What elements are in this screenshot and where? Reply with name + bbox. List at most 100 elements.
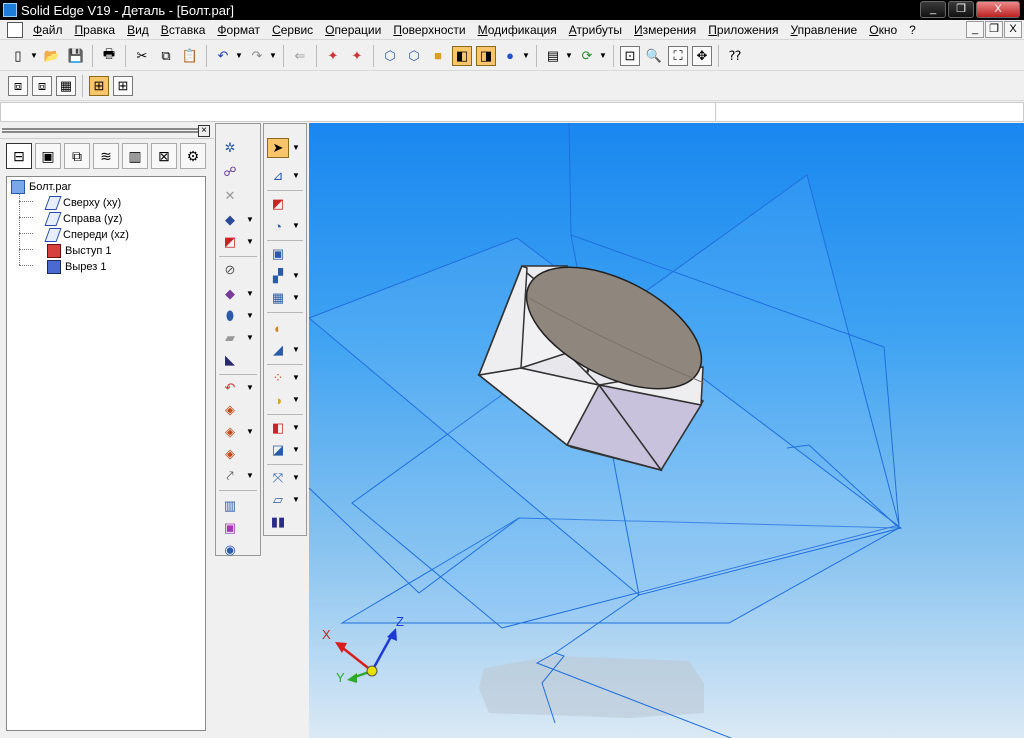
coord-icon[interactable]: ▦ [267,288,289,308]
tab-features-icon[interactable]: ▣ [35,143,61,169]
select-filter-icon[interactable]: ⊞ [89,76,109,96]
new-dropdown-icon[interactable]: ▼ [30,51,38,60]
split-icon[interactable]: ◧ [267,418,289,438]
coord-dropdown-icon[interactable]: ▼ [292,293,300,302]
curve-icon[interactable]: ☍ [219,162,241,182]
plane-tool-icon[interactable]: ▣ [267,244,289,264]
sphere-icon[interactable]: ● [500,46,520,66]
round-icon[interactable]: ◆ [219,284,241,304]
pan-icon[interactable]: ✥ [692,45,712,66]
menu-edit[interactable]: Правка [69,21,122,39]
save-icon[interactable]: 💾 [66,46,86,66]
revolve-dropdown-icon[interactable]: ▼ [292,221,300,230]
sketch-icon[interactable]: ⊿ [267,166,289,186]
rotate-icon[interactable]: ⟳ [577,46,597,66]
sweep-dropdown-icon[interactable]: ▼ [246,383,254,392]
menu-format[interactable]: Формат [211,21,266,39]
tab-engineer-icon[interactable]: ⊠ [151,143,177,169]
shell-icon[interactable]: ◐ [267,318,289,338]
sphere-dropdown-icon[interactable]: ▼ [522,51,530,60]
menu-insert[interactable]: Вставка [155,21,212,39]
tree-node-top-plane[interactable]: Сверху (xy) [44,195,121,211]
menu-modify[interactable]: Модификация [472,21,563,39]
face-dropdown-icon[interactable]: ▼ [292,345,300,354]
chamfer-dropdown-icon[interactable]: ▼ [246,311,254,320]
pattern-dropdown-icon[interactable]: ▼ [246,333,254,342]
tree-node-cutout[interactable]: Вырез 1 [47,259,106,275]
help-icon[interactable]: ⁇ [725,46,745,66]
zoom-icon[interactable]: 🔍 [644,46,664,66]
menu-file[interactable]: Файл [27,21,69,39]
draft-icon[interactable]: ⤤ [219,466,241,486]
shaded-icon[interactable]: ◧ [452,45,472,66]
round-dropdown-icon[interactable]: ▼ [246,289,254,298]
maximize-button[interactable]: ❐ [948,1,974,18]
yellow-cube-icon[interactable]: ■ [428,46,448,66]
sweep-icon[interactable]: ↶ [219,378,241,398]
helix-icon[interactable]: ◈ [219,422,241,442]
part-copy-dropdown-icon[interactable]: ▼ [292,395,300,404]
layer-dropdown-icon[interactable]: ▼ [565,51,573,60]
open-icon[interactable]: 📂 [42,46,62,66]
axis-dropdown-icon[interactable]: ▼ [292,271,300,280]
new-icon[interactable]: ▯ [8,46,28,66]
tab-pathfinder-icon[interactable]: ⊟ [6,143,32,169]
3d-viewport[interactable]: X Z Y [309,123,1024,738]
hole-icon[interactable]: ⊘ [219,260,241,280]
points-dropdown-icon[interactable]: ▼ [292,373,300,382]
cutout-dropdown-icon[interactable]: ▼ [246,237,254,246]
menu-window[interactable]: Окно [863,21,903,39]
doc-restore-button[interactable]: ❐ [985,21,1003,38]
tab-library-icon[interactable]: ≋ [93,143,119,169]
select-dropdown-icon[interactable]: ▼ [292,143,300,152]
thin-wall-icon[interactable]: ◣ [219,350,241,370]
ref-plane-icon[interactable]: ▱ [267,490,289,510]
paste-icon[interactable]: 📋 [180,46,200,66]
minimize-button[interactable]: _ [920,1,946,18]
feature-library-icon[interactable]: ⧈ [8,76,28,96]
fit-icon[interactable]: ⛶ [668,45,688,66]
triad-origin[interactable] [366,665,378,677]
intersect-icon[interactable]: ◪ [267,440,289,460]
menu-view[interactable]: Вид [121,21,155,39]
shaded-edges-icon[interactable]: ◨ [476,45,496,66]
select-arrow-icon[interactable]: ➤ [267,138,289,158]
tree-node-right-plane[interactable]: Справа (yz) [44,211,122,227]
menu-management[interactable]: Управление [785,21,864,39]
rib-icon[interactable]: ◈ [219,444,241,464]
menu-applications[interactable]: Приложения [702,21,784,39]
relations-dropdown-icon[interactable]: ▼ [292,473,300,482]
union-icon[interactable]: ▣ [219,518,241,538]
menu-features[interactable]: Операции [319,21,387,39]
front-view-icon[interactable]: ⬡ [404,46,424,66]
close-button[interactable]: X [976,1,1020,18]
tree-node-protrusion[interactable]: Выступ 1 [47,243,112,259]
slot-icon[interactable]: ▮▮ [267,512,289,532]
paste-link-icon[interactable]: ⇐ [290,46,310,66]
doc-minimize-button[interactable]: _ [966,21,984,38]
redo-dropdown-icon[interactable]: ▼ [269,51,277,60]
helix-dropdown-icon[interactable]: ▼ [246,427,254,436]
select-filter-icon-2[interactable]: ⊞ [113,76,133,96]
sketch-dropdown-icon[interactable]: ▼ [292,171,300,180]
part-view-icon[interactable]: ✦ [347,46,367,66]
undo-icon[interactable]: ↶ [213,46,233,66]
axis-icon[interactable]: ▞ [267,266,289,286]
menu-attributes[interactable]: Атрибуты [563,21,628,39]
feature-library-icon-3[interactable]: ▦ [56,76,76,96]
tree-node-part[interactable]: Болт.par [11,179,71,195]
extrude-icon[interactable]: ◩ [267,194,289,214]
intersect-dropdown-icon[interactable]: ▼ [292,445,300,454]
sketch-view-icon[interactable]: ✦ [323,46,343,66]
points-icon[interactable]: ⁘ [267,368,289,388]
part-copy-icon[interactable]: ◑ [267,390,289,410]
protrusion-dropdown-icon[interactable]: ▼ [246,215,254,224]
menu-surfaces[interactable]: Поверхности [387,21,471,39]
tab-settings-icon[interactable]: ⚙ [180,143,206,169]
cut-icon[interactable]: ✂ [132,46,152,66]
pathfinder-close-button[interactable]: × [198,125,210,137]
draft-dropdown-icon[interactable]: ▼ [246,471,254,480]
protrusion-tool-icon[interactable]: ◆ [219,210,241,230]
cutout-tool-icon[interactable]: ◩ [219,232,241,252]
ref-plane-dropdown-icon[interactable]: ▼ [292,495,300,504]
